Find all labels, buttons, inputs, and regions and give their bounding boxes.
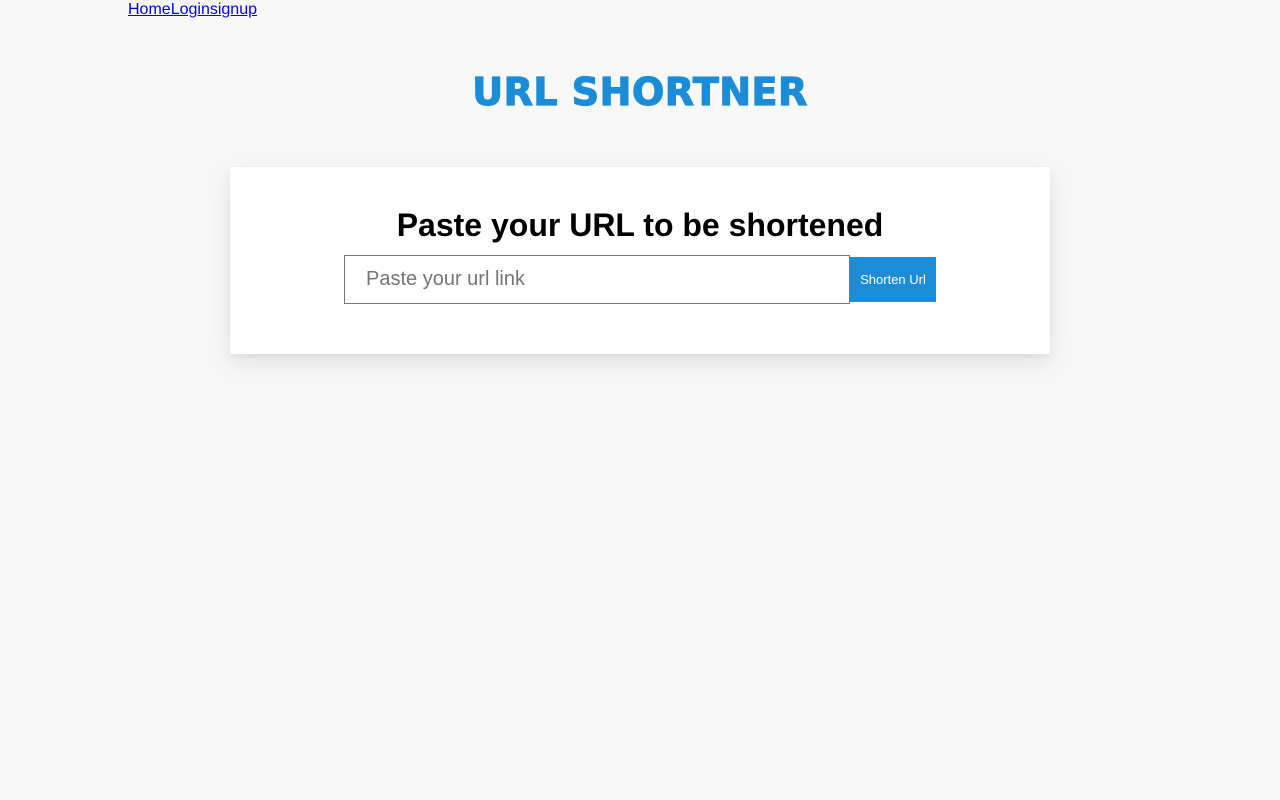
site-title: URL SHORTNER (472, 69, 808, 114)
nav-link-signup[interactable]: signup (210, 0, 257, 20)
nav-link-login[interactable]: Login (171, 0, 210, 20)
url-input[interactable] (344, 255, 850, 304)
shorten-card: Paste your URL to be shortened Shorten U… (230, 167, 1050, 354)
card-heading: Paste your URL to be shortened (396, 207, 884, 243)
shorten-url-button[interactable]: Shorten Url (850, 257, 936, 302)
top-nav: Home Login signup (128, 0, 257, 20)
shorten-form: Shorten Url (344, 255, 936, 304)
nav-link-home[interactable]: Home (128, 0, 171, 20)
